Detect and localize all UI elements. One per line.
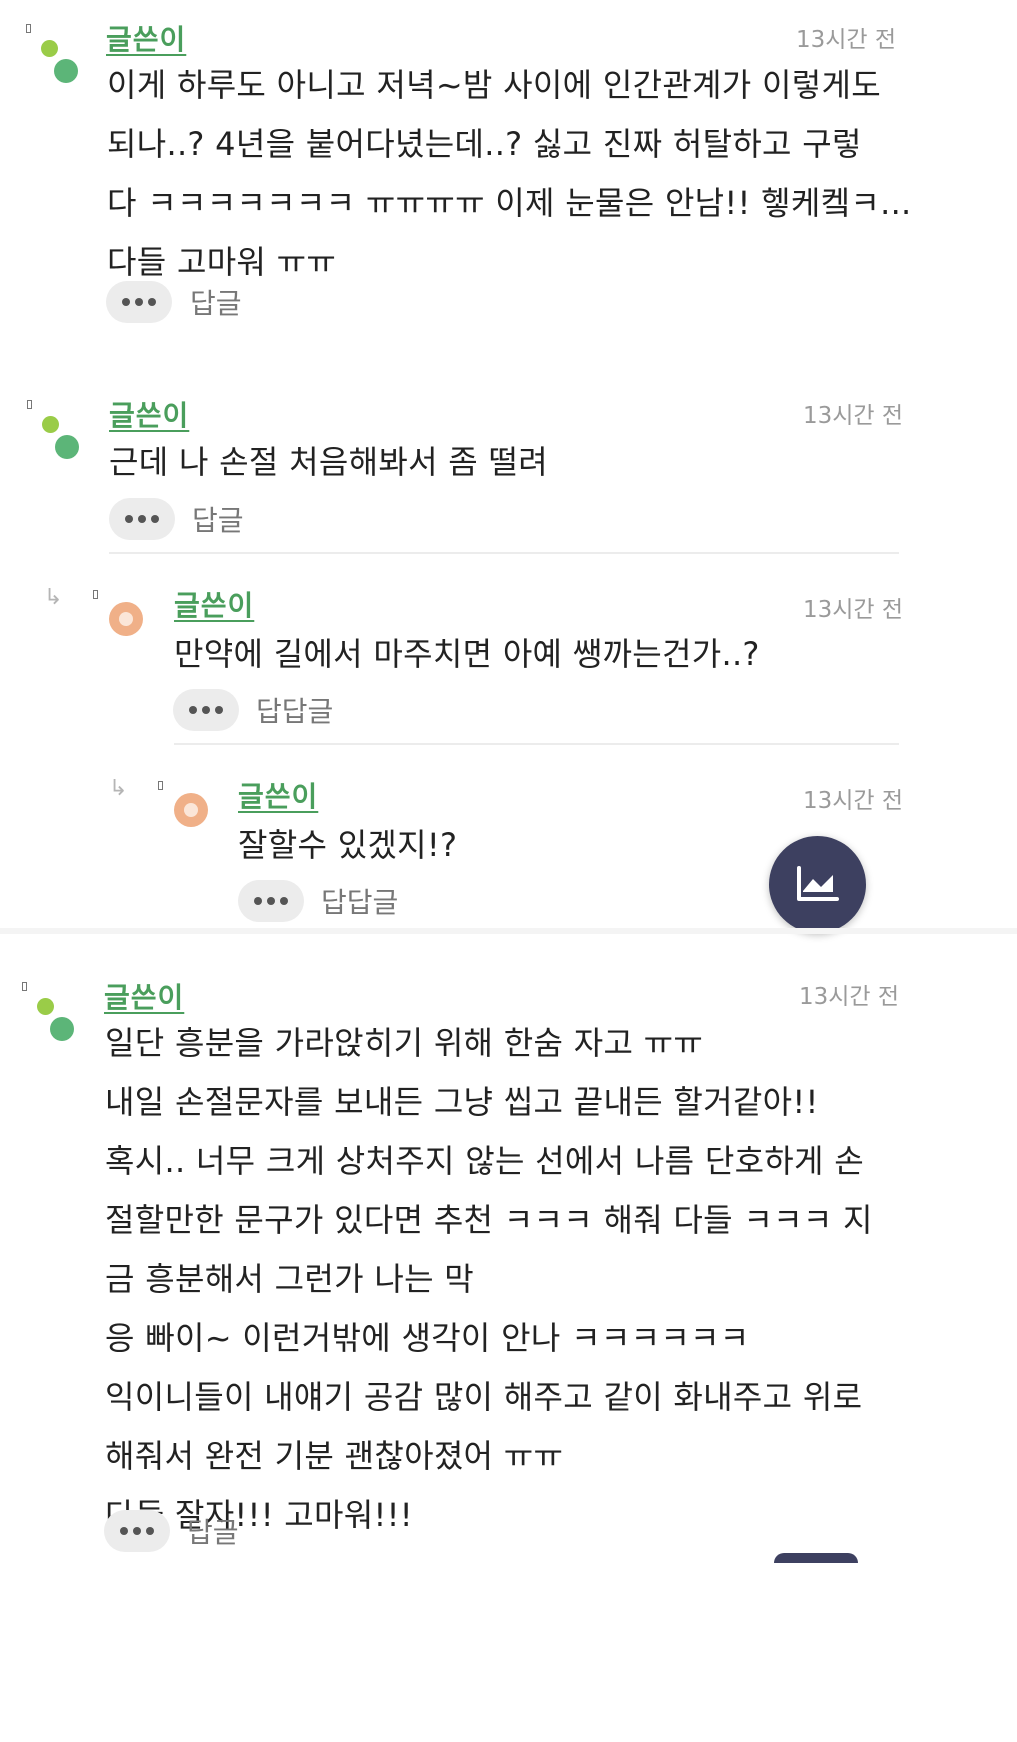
avatar-icon [174,793,208,827]
more-options-button[interactable] [109,498,175,540]
dot-icon [122,298,130,306]
comment-line: 다 ㅋㅋㅋㅋㅋㅋㅋ ㅠㅠㅠㅠ 이제 눈물은 안남!! 헿케켘ㅋ... [107,184,912,222]
comment-body: 근데 나 손절 처음해봐서 좀 떨려 [109,433,548,492]
comment-line: 근데 나 손절 처음해봐서 좀 떨려 [109,443,548,481]
avatar-dot-icon [55,435,79,459]
dot-icon [135,298,143,306]
avatar-icon [109,602,143,636]
avatar-dot-icon [42,416,59,433]
comment-body: 만약에 길에서 마주치면 아예 쌩까는건가..? [174,625,760,684]
more-options-button[interactable] [238,880,304,922]
comment-line: 절할만한 문구가 있다면 추천 ㅋㅋㅋ 해줘 다들 ㅋㅋㅋ 지 [105,1201,873,1239]
marker-icon [27,400,32,409]
dot-icon [148,298,156,306]
avatar[interactable] [26,24,86,94]
dot-icon [138,515,146,523]
reply-button[interactable]: 답글 [190,282,242,322]
dot-icon [151,515,159,523]
dot-icon [189,706,197,714]
comment-thread: 글쓴이 13시간 전 이게 하루도 아니고 저녁~밤 사이에 인간관계가 이렇게… [0,0,1017,1742]
dot-icon [254,897,262,905]
avatar[interactable] [93,590,153,660]
author-name[interactable]: 글쓴이 [174,584,254,624]
reply-button[interactable]: 답글 [187,1511,239,1551]
reply-arrow-icon: ↳ [44,585,63,610]
reply-button[interactable]: 답답글 [321,881,398,921]
comment-line: 일단 흥분을 가라앉히기 위해 한숨 자고 ㅠㅠ [105,1024,704,1062]
dot-icon [202,706,210,714]
avatar[interactable] [22,982,82,1052]
dot-icon [215,706,223,714]
comment-line: 잘할수 있겠지!? [238,826,458,864]
divider [174,743,899,745]
comment-line: 내일 손절문자를 보내든 그냥 씹고 끝내든 할거같아!! [105,1083,819,1121]
marker-icon [22,982,27,991]
trend-chart-button[interactable] [769,836,866,933]
comment-body: 이게 하루도 아니고 저녁~밤 사이에 인간관계가 이렇게도 되나..? 4년을… [107,56,912,292]
dot-icon [146,1527,154,1535]
comment-line: 되나..? 4년을 붙어다녔는데..? 싫고 진짜 허탈하고 구렇 [107,125,862,163]
marker-icon [26,24,31,33]
reply-arrow-icon: ↳ [109,776,128,801]
more-options-button[interactable] [104,1510,170,1552]
marker-icon [158,781,163,790]
avatar-dot-icon [50,1017,74,1041]
section-separator [0,928,1017,934]
divider [109,552,899,554]
timestamp: 13시간 전 [799,984,900,1010]
dot-icon [125,515,133,523]
trend-chart-icon [796,865,839,901]
author-name[interactable]: 글쓴이 [106,18,186,58]
marker-icon [93,590,98,599]
timestamp: 13시간 전 [803,788,904,814]
comment-body: 잘할수 있겠지!? [238,816,457,875]
timestamp: 13시간 전 [803,597,904,623]
comment-line: 해줘서 완전 기분 괜찮아졌어 ㅠㅠ [105,1437,564,1475]
comment-line: 응 빠이~ 이런거밖에 생각이 안나 ㅋㅋㅋㅋㅋㅋ [105,1319,750,1357]
reply-button[interactable]: 답글 [192,499,244,539]
avatar[interactable] [158,781,218,851]
dot-icon [280,897,288,905]
avatar-dot-icon [41,40,58,57]
reply-button[interactable]: 답답글 [256,690,333,730]
comment-line: 금 흥분해서 그런가 나는 막 [105,1260,475,1298]
dot-icon [120,1527,128,1535]
dot-icon [267,897,275,905]
comment-line: 혹시.. 너무 크게 상처주지 않는 선에서 나름 단호하게 손 [105,1142,864,1180]
timestamp: 13시간 전 [803,403,904,429]
timestamp: 13시간 전 [796,27,897,53]
author-name[interactable]: 글쓴이 [104,976,184,1016]
avatar-dot-icon [37,998,54,1015]
more-options-button[interactable] [106,281,172,323]
comment-line: 이게 하루도 아니고 저녁~밤 사이에 인간관계가 이렇게도 [107,66,881,104]
comment-line: 익이니들이 내얘기 공감 많이 해주고 같이 화내주고 위로 [105,1378,863,1416]
comment-body: 일단 흥분을 가라앉히기 위해 한숨 자고 ㅠㅠ 내일 손절문자를 보내든 그냥… [105,1014,873,1545]
more-options-button[interactable] [173,689,239,731]
avatar-dot-icon [54,59,78,83]
floating-button-edge[interactable] [774,1553,858,1563]
comment-line: 만약에 길에서 마주치면 아예 쌩까는건가..? [174,635,760,673]
dot-icon [133,1527,141,1535]
author-name[interactable]: 글쓴이 [109,394,189,434]
author-name[interactable]: 글쓴이 [238,775,318,815]
avatar[interactable] [27,400,87,470]
